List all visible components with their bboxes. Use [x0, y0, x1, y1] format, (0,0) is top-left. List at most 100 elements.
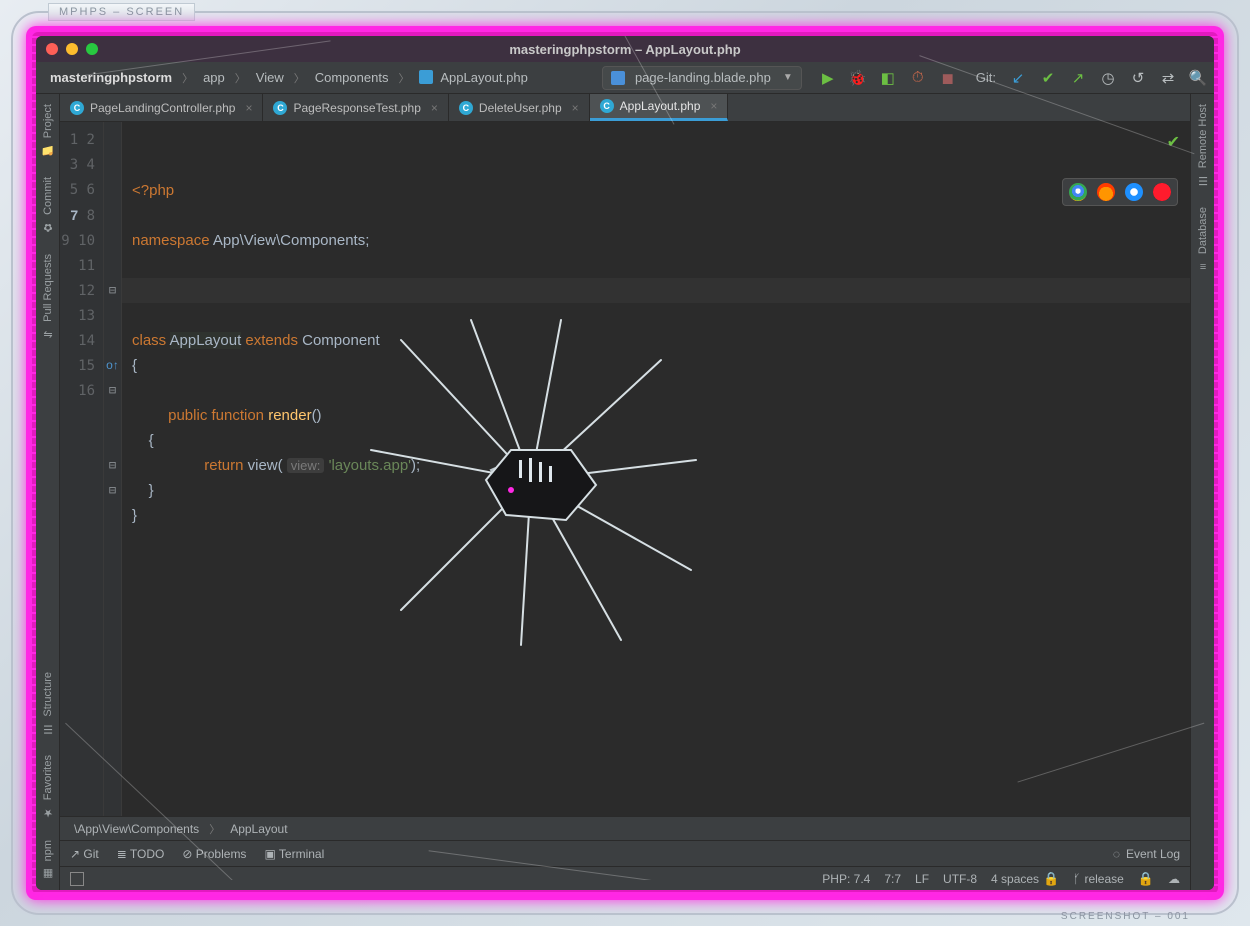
toolwindow-git[interactable]: ↗ Git — [70, 847, 99, 861]
chrome-icon[interactable] — [1069, 183, 1087, 201]
toolwindow-structure[interactable]: ☰Structure — [42, 662, 54, 746]
open-in-browser-bar — [1062, 178, 1178, 206]
firefox-icon[interactable] — [1097, 183, 1115, 201]
editor-tabs: CPageLandingController.php× C PageRespons… — [60, 94, 1190, 122]
safari-icon[interactable] — [1125, 183, 1143, 201]
status-git-branch[interactable]: ᚶ release — [1073, 872, 1124, 886]
status-indent[interactable]: 4 spaces 🔒 — [991, 871, 1059, 887]
code-token: namespace — [132, 232, 210, 249]
rollback-button[interactable]: ↺ — [1130, 70, 1146, 86]
opera-icon[interactable] — [1153, 183, 1171, 201]
breadcrumb-folder[interactable]: View — [250, 68, 290, 87]
line-number-gutter: 1 2 3 4 5 6 7 8 9 10 11 12 13 14 15 16 — [60, 122, 104, 816]
code-content[interactable]: <?php namespace App\View\Components; use… — [122, 122, 1190, 816]
git-update-button[interactable]: ↙ — [1010, 70, 1026, 86]
toolwindow-label: Structure — [42, 672, 54, 717]
git-commit-button[interactable]: ✔ — [1040, 70, 1056, 86]
status-bar: PHP: 7.4 7:7 LF UTF-8 4 spaces 🔒 ᚶ relea… — [60, 866, 1190, 890]
debug-button[interactable]: 🐞 — [850, 70, 866, 86]
git-push-button[interactable]: ↗ — [1070, 70, 1086, 86]
editor-area: CPageLandingController.php× C PageRespons… — [60, 94, 1190, 890]
toolwindow-label: TODO — [130, 847, 164, 861]
npm-icon: ▦ — [42, 867, 52, 880]
ide-window: masteringphpstorm – AppLayout.php master… — [36, 36, 1214, 890]
php-class-icon: C — [459, 101, 473, 115]
toolwindow-problems[interactable]: ⊘ Problems — [182, 847, 246, 861]
ide-settings-button[interactable]: ⇄ — [1160, 70, 1176, 86]
commit-icon: ✿ — [43, 221, 52, 234]
history-button[interactable]: ◷ — [1100, 70, 1116, 86]
breadcrumb-file-label: AppLayout.php — [440, 70, 527, 85]
toolwindow-label: Event Log — [1126, 847, 1180, 861]
breadcrumb-folder[interactable]: app — [197, 68, 231, 87]
remote-icon: ☰ — [1198, 174, 1208, 187]
breadcrumb-folder[interactable]: Components — [309, 68, 395, 87]
run-button[interactable]: ▶ — [820, 70, 836, 86]
profile-button[interactable]: ⏱ — [910, 70, 926, 86]
neon-border: masteringphpstorm – AppLayout.php master… — [26, 26, 1224, 900]
toolwindow-remote-host[interactable]: ☰ Remote Host — [1197, 94, 1209, 197]
toolwindow-label: Database — [1197, 207, 1209, 254]
close-tab-icon[interactable]: × — [431, 101, 438, 115]
php-class-icon: C — [600, 99, 614, 113]
toolwindow-quick-access-icon[interactable] — [70, 872, 84, 886]
database-icon: ≡ — [1199, 260, 1205, 272]
php-file-icon — [419, 70, 433, 84]
fold-gutter[interactable]: ⊟o↑ ⊟⊟⊟ — [104, 122, 122, 816]
navigation-bar: masteringphpstorm 〉 app 〉 View 〉 Compone… — [36, 62, 1214, 94]
status-encoding[interactable]: UTF-8 — [943, 872, 977, 886]
editor-tab-label: AppLayout.php — [620, 99, 701, 113]
code-token: } — [132, 482, 154, 499]
status-caret-position[interactable]: 7:7 — [884, 872, 901, 886]
close-tab-icon[interactable]: × — [245, 101, 252, 115]
code-token: 'layouts.app' — [324, 457, 411, 474]
star-icon: ★ — [43, 807, 53, 820]
toolwindow-commit[interactable]: ✿ Commit — [42, 167, 54, 244]
toolwindow-terminal[interactable]: ▣ Terminal — [264, 847, 324, 861]
code-token: } — [132, 507, 137, 524]
blade-file-icon — [611, 71, 625, 85]
toolwindow-pull-requests[interactable]: ⇋Pull Requests — [42, 244, 54, 351]
status-deploy-icon[interactable]: ☁ — [1168, 872, 1180, 886]
chevron-right-icon: 〉 — [182, 70, 193, 86]
inspection-ok-icon[interactable]: ✔ — [1167, 130, 1180, 155]
search-everywhere-button[interactable]: 🔍 — [1190, 70, 1206, 86]
php-class-icon: C — [70, 101, 84, 115]
toolwindow-label: Remote Host — [1197, 104, 1209, 168]
editor-crumb[interactable]: AppLayout — [230, 822, 287, 836]
code-token: extends — [241, 332, 302, 349]
code-token: <?php — [132, 182, 174, 199]
editor-tab[interactable]: CPageResponseTest.php× — [263, 94, 448, 121]
pull-request-icon: ⇋ — [43, 328, 52, 341]
toolwindow-npm[interactable]: ▦ npm — [42, 830, 54, 890]
close-tab-icon[interactable]: × — [710, 99, 717, 113]
toolwindow-label: npm — [42, 840, 54, 861]
toolwindow-label: Commit — [42, 177, 54, 215]
editor-tab[interactable]: CPageLandingController.php× — [60, 94, 263, 121]
close-tab-icon[interactable]: × — [572, 101, 579, 115]
toolwindow-todo[interactable]: ≣ TODO — [117, 847, 165, 861]
code-token: class — [132, 332, 170, 349]
frame-footer: SCREENSHOT – 001 — [1061, 911, 1190, 922]
git-toolbar-label: Git: — [976, 70, 996, 85]
toolwindow-database[interactable]: ≡ Database — [1197, 197, 1209, 282]
status-php[interactable]: PHP: 7.4 — [822, 872, 870, 886]
stop-button[interactable]: ◼ — [940, 70, 956, 86]
toolwindow-favorites[interactable]: ★Favorites — [42, 745, 54, 829]
breadcrumb-project[interactable]: masteringphpstorm — [44, 68, 178, 87]
toolwindow-project[interactable]: 📁Project — [41, 94, 55, 167]
frame-title: MPHPS – SCREEN — [48, 3, 195, 21]
toolwindow-label: Project — [41, 104, 53, 138]
read-only-toggle-icon[interactable]: 🔒 — [1138, 871, 1154, 887]
code-editor[interactable]: 1 2 3 4 5 6 7 8 9 10 11 12 13 14 15 16 ⊟… — [60, 122, 1190, 816]
status-line-separator[interactable]: LF — [915, 872, 929, 886]
run-config-selector[interactable]: page-landing.blade.php ▼ — [602, 66, 802, 90]
toolwindow-eventlog[interactable]: ◌ Event Log — [1113, 847, 1180, 861]
editor-tab-label: PageResponseTest.php — [293, 101, 420, 115]
breadcrumb-file[interactable]: AppLayout.php — [413, 68, 533, 87]
editor-crumb[interactable]: \App\View\Components — [74, 822, 199, 836]
run-coverage-button[interactable]: ◧ — [880, 70, 896, 86]
left-toolwindow-bar: 📁Project ✿ Commit ⇋Pull Requests ☰Structu… — [36, 94, 60, 890]
editor-tab-active[interactable]: C AppLayout.php × — [590, 94, 729, 121]
editor-tab[interactable]: CDeleteUser.php× — [449, 94, 590, 121]
